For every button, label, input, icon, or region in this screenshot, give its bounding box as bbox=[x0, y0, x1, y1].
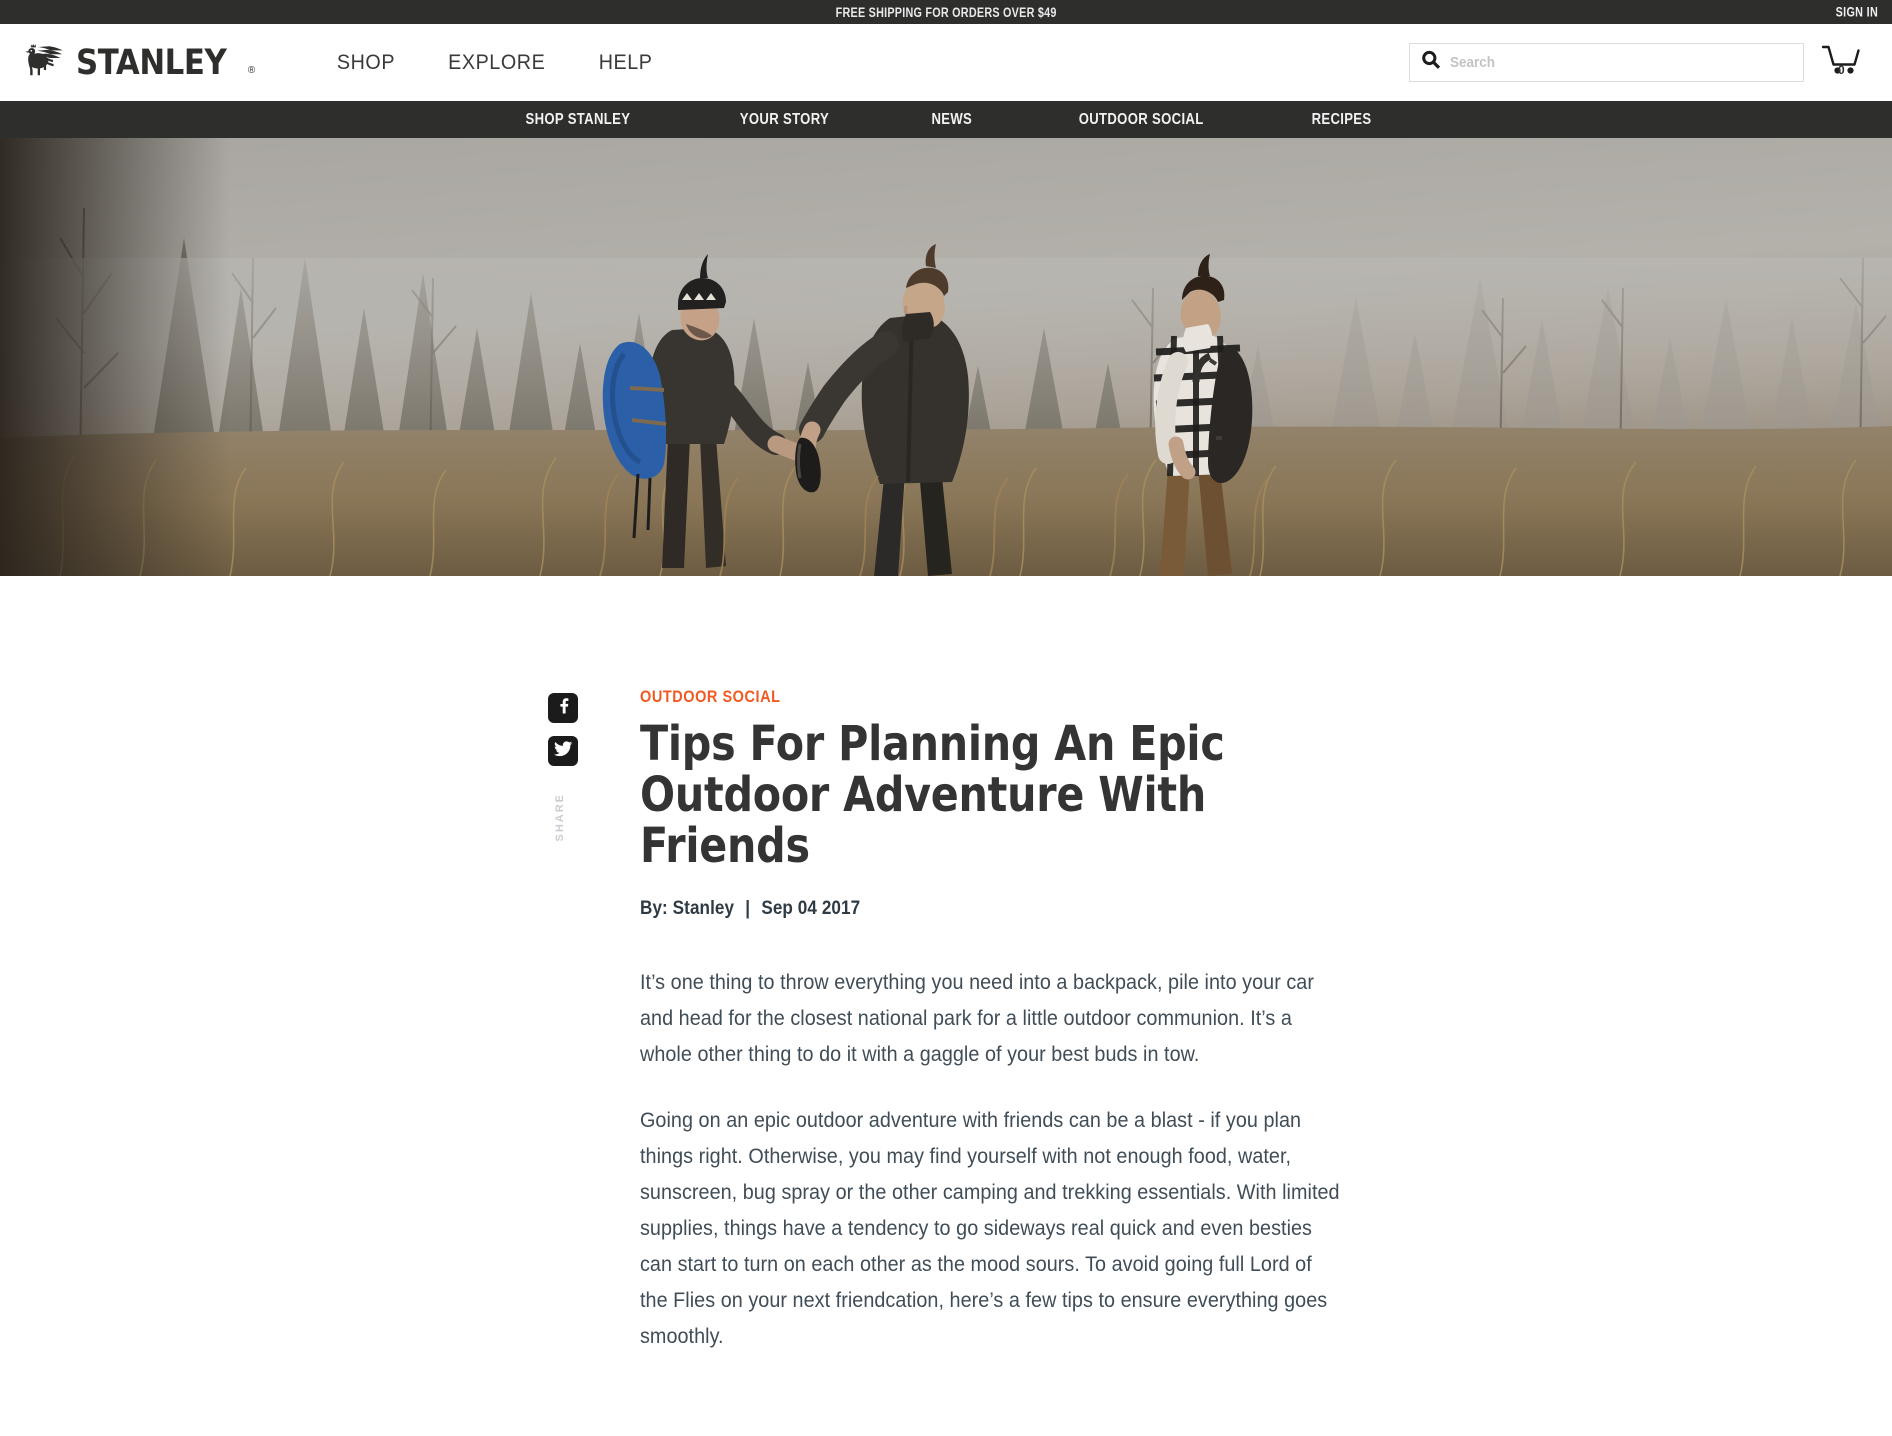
share-twitter-button[interactable] bbox=[548, 736, 578, 766]
cart-button[interactable]: 0 bbox=[1804, 43, 1878, 82]
winged-griffin-icon bbox=[22, 40, 66, 85]
nav-item-explore[interactable]: EXPLORE bbox=[426, 45, 568, 81]
search-icon bbox=[1420, 49, 1442, 76]
stanley-logo[interactable]: STANLEY ® bbox=[22, 40, 255, 85]
article-container: SHARE OUTDOOR SOCIAL Tips For Planning A… bbox=[0, 576, 1892, 1384]
subnav-item-recipes[interactable]: RECIPES bbox=[1275, 111, 1407, 129]
cart-item-count: 0 bbox=[1838, 63, 1845, 77]
byline-separator: | bbox=[745, 898, 751, 919]
article-author: By: Stanley bbox=[640, 898, 735, 919]
share-facebook-button[interactable] bbox=[548, 693, 578, 723]
free-shipping-message: FREE SHIPPING FOR ORDERS OVER $49 bbox=[835, 4, 1057, 20]
article-paragraph: It’s one thing to throw everything you n… bbox=[640, 970, 1315, 1066]
article-category-link[interactable]: OUTDOOR SOCIAL bbox=[640, 688, 780, 707]
primary-navigation: SHOP EXPLORE HELP bbox=[311, 45, 678, 81]
article-content: OUTDOOR SOCIAL Tips For Planning An Epic… bbox=[640, 688, 1340, 1384]
search-input[interactable] bbox=[1450, 54, 1759, 71]
share-label: SHARE bbox=[554, 793, 566, 842]
article-byline: By: Stanley | Sep 04 2017 bbox=[640, 898, 1270, 920]
subnav-item-news[interactable]: NEWS bbox=[895, 111, 1008, 129]
facebook-icon bbox=[555, 697, 572, 719]
subnav-item-outdoor-social[interactable]: OUTDOOR SOCIAL bbox=[1042, 111, 1239, 129]
article-date: Sep 04 2017 bbox=[761, 898, 861, 919]
header-utilities: 0 bbox=[1409, 24, 1892, 101]
site-header: STANLEY ® SHOP EXPLORE HELP Search 0 bbox=[0, 24, 1892, 101]
secondary-navigation: SHOP STANLEY YOUR STORY NEWS OUTDOOR SOC… bbox=[0, 101, 1892, 138]
nav-item-help[interactable]: HELP bbox=[576, 45, 675, 81]
subnav-item-your-story[interactable]: YOUR STORY bbox=[704, 111, 865, 129]
sign-in-link[interactable]: SIGN IN bbox=[1836, 5, 1878, 20]
article-paragraph: Going on an epic outdoor adventure with … bbox=[640, 1108, 1340, 1348]
brand-wordmark: STANLEY bbox=[76, 42, 227, 83]
hero-image bbox=[0, 138, 1892, 576]
trademark-symbol: ® bbox=[247, 64, 256, 76]
page-title: Tips For Planning An Epic Outdoor Advent… bbox=[640, 716, 1225, 874]
twitter-icon bbox=[553, 740, 573, 762]
share-sidebar: SHARE bbox=[548, 688, 640, 1384]
subnav-item-shop-stanley[interactable]: SHOP STANLEY bbox=[490, 111, 667, 129]
search-field-wrapper[interactable] bbox=[1409, 43, 1804, 82]
nav-item-shop[interactable]: SHOP bbox=[314, 45, 417, 81]
announcement-bar: FREE SHIPPING FOR ORDERS OVER $49 SIGN I… bbox=[0, 0, 1892, 24]
